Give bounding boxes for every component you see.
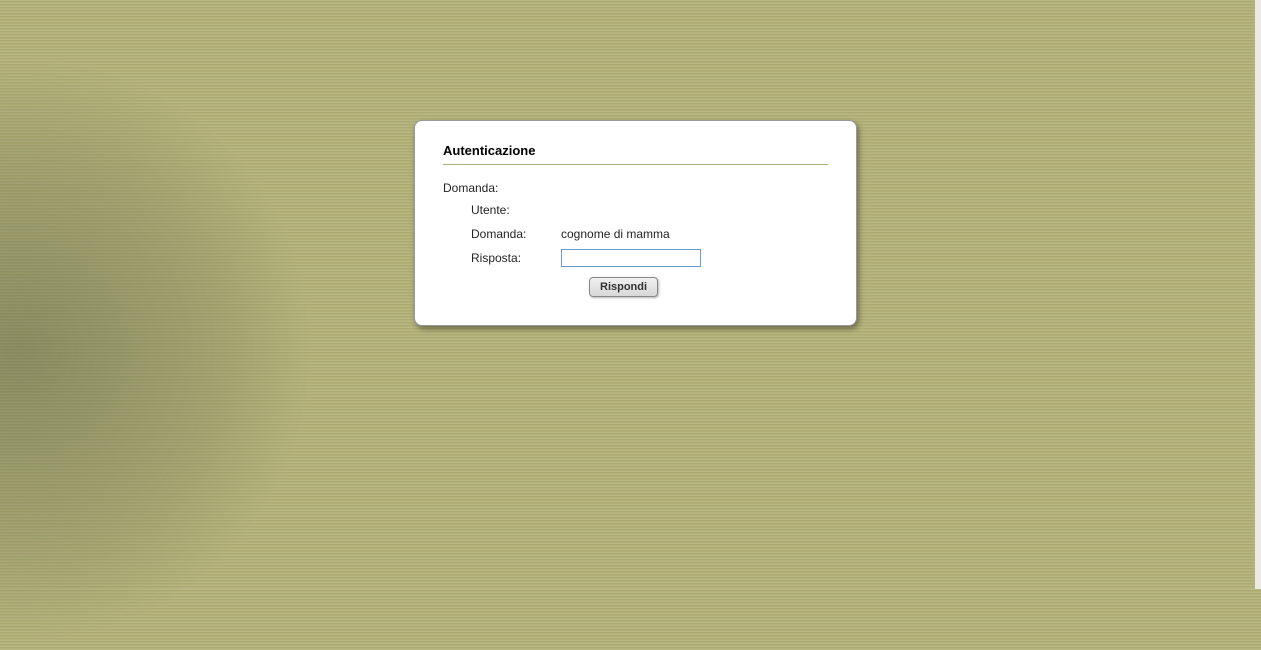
right-edge-strip — [1255, 0, 1261, 589]
form-container: Utente: Domanda: cognome di mamma Rispos… — [443, 201, 828, 297]
panel-title: Autenticazione — [443, 143, 828, 158]
submit-button[interactable]: Rispondi — [589, 277, 658, 297]
question-label: Domanda: — [471, 227, 561, 241]
user-label: Utente: — [471, 203, 561, 217]
answer-input[interactable] — [561, 249, 701, 267]
title-divider — [443, 164, 828, 165]
background-decoration — [0, 50, 400, 650]
answer-label: Risposta: — [471, 251, 561, 265]
answer-row: Risposta: — [471, 249, 828, 267]
question-value: cognome di mamma — [561, 227, 670, 241]
authentication-panel: Autenticazione Domanda: Utente: Domanda:… — [414, 120, 857, 326]
user-row: Utente: — [471, 201, 828, 219]
question-row: Domanda: cognome di mamma — [471, 225, 828, 243]
section-label: Domanda: — [443, 181, 828, 195]
button-row: Rispondi — [471, 277, 828, 297]
